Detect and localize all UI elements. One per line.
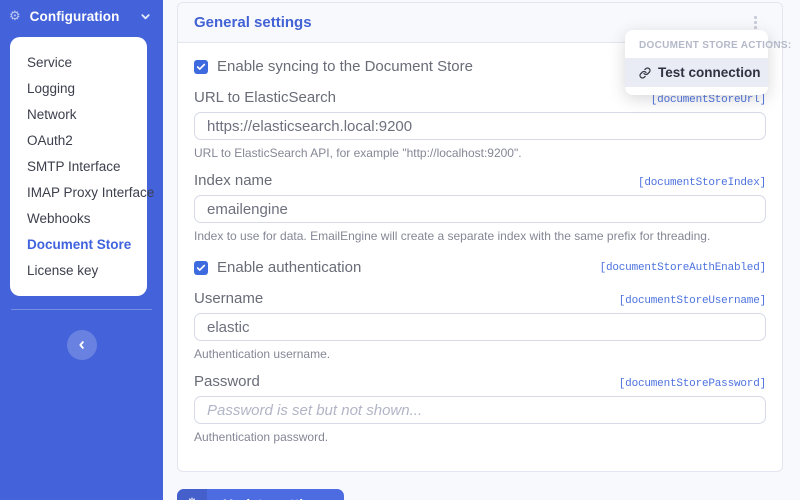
enable-sync-label: Enable syncing to the Document Store	[217, 58, 473, 75]
index-label: Index name	[194, 172, 272, 189]
index-config-key: [documentStoreIndex]	[638, 177, 766, 189]
sidebar: ⚙ Configuration Service Logging Network …	[0, 0, 163, 500]
gear-icon: ⚙	[9, 10, 21, 23]
chevron-down-icon	[140, 11, 151, 22]
document-store-actions-menu: DOCUMENT STORE ACTIONS: Test connection	[625, 30, 768, 95]
enable-auth-checkbox[interactable]	[194, 261, 208, 275]
enable-auth-label: Enable authentication	[217, 259, 361, 276]
password-help-text: Authentication password.	[194, 430, 766, 444]
username-help-text: Authentication username.	[194, 347, 766, 361]
index-help-text: Index to use for data. EmailEngine will …	[194, 229, 766, 243]
password-field-group: Password [documentStorePassword] Authent…	[194, 373, 766, 444]
username-label: Username	[194, 290, 263, 307]
index-input[interactable]	[194, 195, 766, 223]
chevron-left-icon	[77, 340, 87, 350]
main-content: General settings Enable syncing to the D…	[163, 0, 800, 500]
update-settings-label: Update settings	[207, 489, 344, 500]
update-settings-button[interactable]: ⚙ Update settings	[177, 489, 344, 500]
sidebar-collapse-button[interactable]	[67, 330, 97, 360]
url-input[interactable]	[194, 112, 766, 140]
sidebar-nav: Service Logging Network OAuth2 SMTP Inte…	[10, 37, 147, 296]
sidebar-configuration-toggle[interactable]: ⚙ Configuration	[0, 0, 163, 32]
test-connection-menu-item[interactable]: Test connection	[625, 58, 768, 87]
url-field-group: URL to ElasticSearch [documentStoreUrl] …	[194, 89, 766, 160]
sidebar-title: Configuration	[30, 9, 120, 24]
url-label: URL to ElasticSearch	[194, 89, 336, 106]
enable-sync-checkbox[interactable]	[194, 60, 208, 74]
sidebar-divider	[11, 309, 152, 310]
password-config-key: [documentStorePassword]	[619, 378, 766, 390]
check-icon	[196, 62, 206, 72]
sidebar-item-webhooks[interactable]: Webhooks	[10, 206, 147, 232]
url-config-key: [documentStoreUrl]	[651, 94, 766, 106]
username-input[interactable]	[194, 313, 766, 341]
sidebar-item-imap-proxy-interface[interactable]: IMAP Proxy Interface	[10, 180, 147, 206]
card-title: General settings	[194, 14, 312, 31]
test-connection-label: Test connection	[658, 65, 761, 80]
username-field-group: Username [documentStoreUsername] Authent…	[194, 290, 766, 361]
username-config-key: [documentStoreUsername]	[619, 295, 766, 307]
enable-auth-row: Enable authentication [documentStoreAuth…	[194, 259, 766, 276]
app-root: ⚙ Configuration Service Logging Network …	[0, 0, 800, 500]
card-body: Enable syncing to the Document Store URL…	[178, 43, 782, 471]
auth-config-key: [documentStoreAuthEnabled]	[600, 262, 766, 274]
password-label: Password	[194, 373, 260, 390]
sidebar-item-document-store[interactable]: Document Store	[10, 232, 147, 258]
sidebar-item-oauth2[interactable]: OAuth2	[10, 128, 147, 154]
sidebar-item-network[interactable]: Network	[10, 102, 147, 128]
url-help-text: URL to ElasticSearch API, for example "h…	[194, 146, 766, 160]
sidebar-item-logging[interactable]: Logging	[10, 76, 147, 102]
dropdown-header: DOCUMENT STORE ACTIONS:	[625, 40, 768, 58]
sidebar-item-service[interactable]: Service	[10, 50, 147, 76]
chain-link-icon	[639, 67, 651, 79]
check-icon	[196, 263, 206, 273]
password-input[interactable]	[194, 396, 766, 424]
sidebar-item-license-key[interactable]: License key	[10, 258, 147, 284]
sidebar-item-smtp-interface[interactable]: SMTP Interface	[10, 154, 147, 180]
index-field-group: Index name [documentStoreIndex] Index to…	[194, 172, 766, 243]
